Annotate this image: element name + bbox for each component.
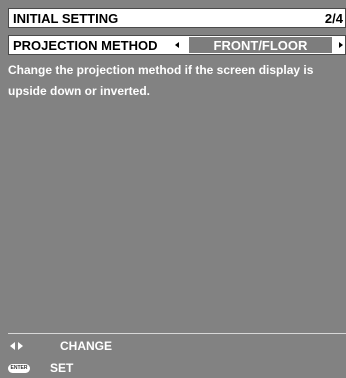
arrow-right-icon[interactable] xyxy=(339,42,343,48)
description-text: Change the projection method if the scre… xyxy=(8,63,314,98)
left-triangle-icon xyxy=(10,342,15,350)
projection-method-label: PROJECTION METHOD xyxy=(13,38,158,53)
right-triangle-icon xyxy=(18,342,23,350)
initial-setting-menu: INITIAL SETTING 2/4 PROJECTION METHOD FR… xyxy=(0,0,346,378)
projection-method-value[interactable]: FRONT/FLOOR xyxy=(189,37,332,53)
menu-title: INITIAL SETTING xyxy=(13,10,119,26)
left-right-arrows-icon xyxy=(8,342,38,350)
help-change-label: CHANGE xyxy=(60,339,113,353)
help-set-label: SET xyxy=(50,361,74,375)
help-change: CHANGE xyxy=(8,337,208,355)
enter-button-icon: ENTER xyxy=(8,363,30,373)
divider xyxy=(8,333,346,334)
projection-method-row[interactable]: PROJECTION METHOD FRONT/FLOOR xyxy=(8,35,346,55)
help-set: ENTER SET xyxy=(8,359,208,377)
arrow-left-icon[interactable] xyxy=(175,42,179,48)
title-bar: INITIAL SETTING 2/4 xyxy=(8,8,346,28)
page-indicator: 2/4 xyxy=(324,10,343,26)
